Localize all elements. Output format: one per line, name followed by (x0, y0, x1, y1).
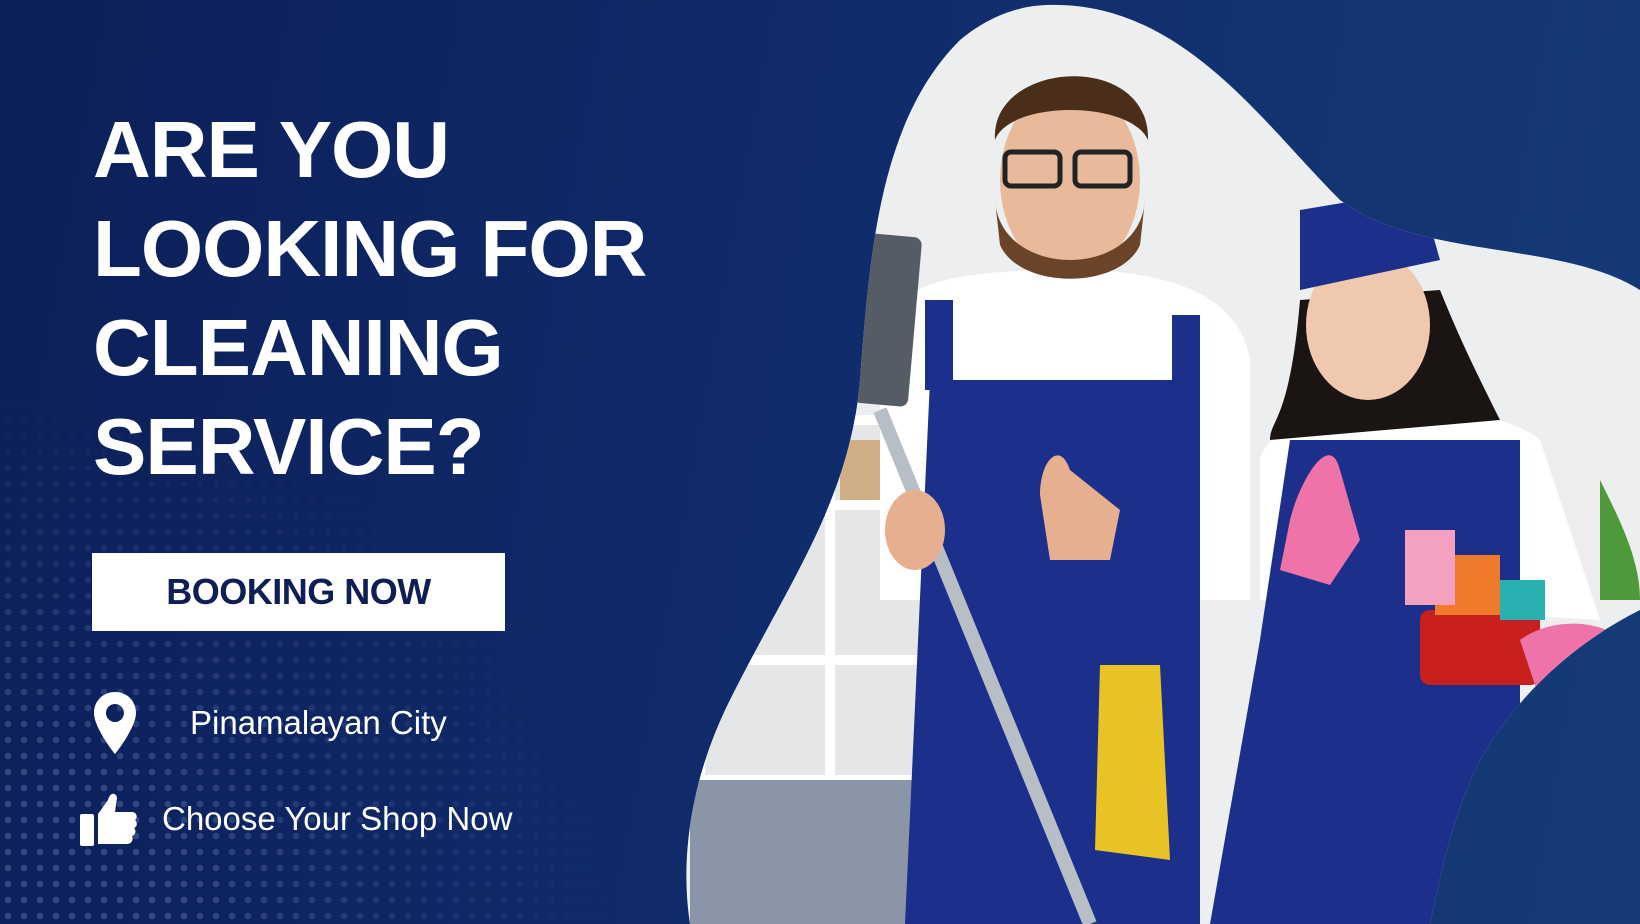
shop-text: Choose Your Shop Now (162, 800, 513, 837)
map-pin-icon (94, 692, 136, 754)
location-text: Pinamalayan City (190, 704, 447, 741)
headline-line: SERVICE? (93, 402, 485, 491)
thumbs-up-icon (80, 793, 137, 846)
booking-now-button[interactable]: BOOKING NOW (92, 553, 505, 631)
headline: ARE YOU LOOKING FOR CLEANING SERVICE? (93, 100, 647, 496)
headline-line: LOOKING FOR (93, 204, 647, 293)
headline-line: ARE YOU (93, 105, 450, 194)
shop-info: Choose Your Shop Now (80, 790, 512, 848)
books (690, 565, 750, 660)
sofa (690, 780, 940, 924)
headline-line: CLEANING (93, 303, 504, 392)
red-bowl (1420, 610, 1540, 685)
yellow-cloth (1095, 665, 1170, 860)
location-info: Pinamalayan City (92, 690, 447, 756)
